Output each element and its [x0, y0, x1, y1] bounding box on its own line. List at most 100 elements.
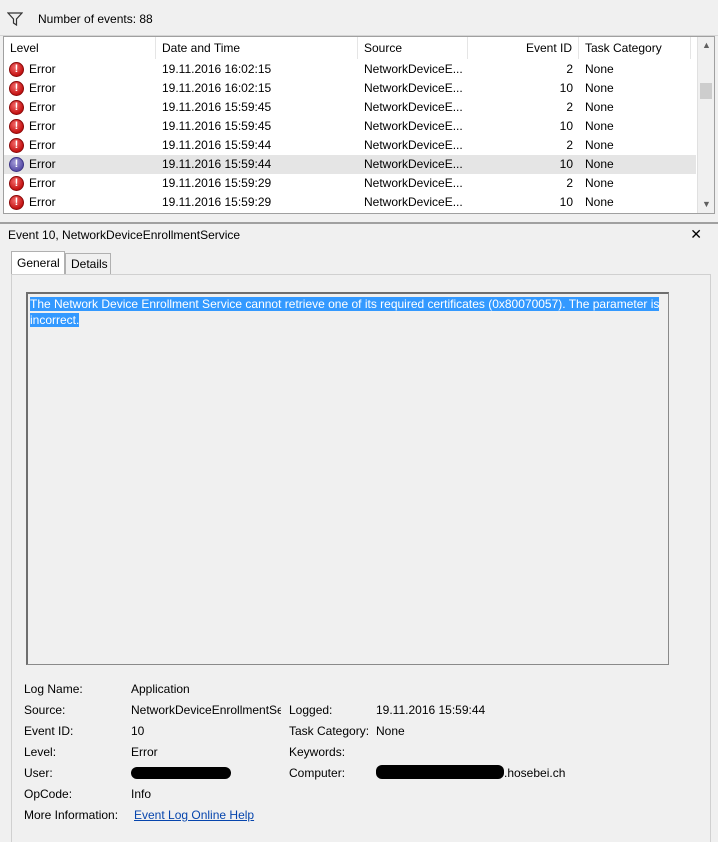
row-event-id: 2 — [566, 138, 573, 152]
row-level-text: Error — [29, 100, 56, 114]
column-event-id[interactable]: Event ID — [468, 37, 579, 59]
logged-value: 19.11.2016 15:59:44 — [376, 703, 486, 717]
error-icon: ! — [9, 100, 24, 115]
error-icon: ! — [9, 81, 24, 96]
event-rows: ! Error 19.11.2016 16:02:15 NetworkDeviceE.… — [4, 60, 696, 212]
row-source: NetworkDeviceE... — [364, 195, 463, 209]
event-id-label: Event ID: — [24, 724, 74, 738]
row-source: NetworkDeviceE... — [364, 176, 463, 190]
description-line-1: The Network Device Enrollment Service ca… — [30, 297, 660, 311]
row-level-text: Error — [29, 195, 56, 209]
more-information-label: More Information: — [24, 808, 119, 822]
scroll-down-icon[interactable]: ▼ — [698, 196, 714, 213]
level-value: Error — [131, 745, 158, 759]
source-label: Source: — [24, 703, 66, 717]
row-level-text: Error — [29, 81, 56, 95]
row-date-time: 19.11.2016 16:02:15 — [162, 81, 272, 95]
row-date-time: 19.11.2016 15:59:45 — [162, 100, 272, 114]
computer-value: .hosebei.ch — [504, 766, 566, 780]
row-event-id: 2 — [566, 62, 573, 76]
row-date-time: 19.11.2016 15:59:44 — [162, 157, 272, 171]
row-source: NetworkDeviceE... — [364, 62, 463, 76]
row-source: NetworkDeviceE... — [364, 81, 463, 95]
row-event-id: 10 — [559, 81, 573, 95]
row-event-id: 2 — [566, 100, 573, 114]
event-log-online-help-link[interactable]: Event Log Online Help — [134, 808, 254, 822]
close-icon[interactable]: ✕ — [690, 223, 702, 245]
error-icon: ! — [9, 62, 24, 77]
row-level-text: Error — [29, 62, 56, 76]
user-label: User: — [24, 766, 53, 780]
row-level: ! Error — [4, 98, 156, 117]
tab-details[interactable]: Details — [65, 253, 111, 275]
row-level: ! Error — [4, 174, 156, 193]
row-level-text: Error — [29, 119, 56, 133]
row-task-category: None — [585, 81, 614, 95]
row-level: ! Error — [4, 193, 156, 212]
user-redaction — [131, 767, 231, 779]
detail-title: Event 10, NetworkDeviceEnrollmentService — [0, 222, 718, 247]
log-name-value: Application — [131, 682, 190, 696]
opcode-value: Info — [131, 787, 152, 801]
row-level-text: Error — [29, 157, 56, 171]
task-category-value: None — [376, 724, 405, 738]
row-task-category: None — [585, 176, 614, 190]
scroll-thumb[interactable] — [700, 83, 712, 99]
row-level: ! Error — [4, 60, 156, 79]
table-row[interactable]: ! Error 19.11.2016 15:59:45 NetworkDeviceE.… — [4, 117, 696, 136]
row-event-id: 2 — [566, 176, 573, 190]
filter-icon[interactable] — [6, 12, 24, 27]
column-source[interactable]: Source — [358, 37, 468, 59]
log-name-label: Log Name: — [24, 682, 83, 696]
row-task-category: None — [585, 100, 614, 114]
row-event-id: 10 — [559, 157, 573, 171]
source-value: NetworkDeviceEnrollmentSe — [131, 703, 281, 717]
computer-redaction — [376, 765, 504, 779]
column-task-category[interactable]: Task Category — [579, 37, 691, 59]
row-level: ! Error — [4, 155, 156, 174]
table-row[interactable]: ! Error 19.11.2016 15:59:45 NetworkDeviceE.… — [4, 98, 696, 117]
filter-bar: Number of events: 88 — [0, 0, 718, 36]
row-task-category: None — [585, 119, 614, 133]
row-event-id: 10 — [559, 195, 573, 209]
logged-label: Logged: — [289, 703, 333, 717]
row-source: NetworkDeviceE... — [364, 157, 463, 171]
table-row[interactable]: ! Error 19.11.2016 15:59:44 NetworkDeviceE.… — [4, 136, 696, 155]
table-row[interactable]: ! Error 19.11.2016 15:59:44 NetworkDeviceE.… — [4, 155, 696, 174]
row-source: NetworkDeviceE... — [364, 119, 463, 133]
opcode-label: OpCode: — [24, 787, 73, 801]
event-count-label: Number of events: 88 — [38, 12, 153, 26]
error-icon: ! — [9, 119, 24, 134]
error-icon: ! — [9, 157, 24, 172]
computer-label: Computer: — [289, 766, 346, 780]
keywords-label: Keywords: — [289, 745, 346, 759]
tab-general[interactable]: General — [11, 251, 65, 274]
task-category-label: Task Category: — [289, 724, 370, 738]
scroll-up-icon[interactable]: ▲ — [698, 37, 714, 54]
row-task-category: None — [585, 195, 614, 209]
row-date-time: 19.11.2016 16:02:15 — [162, 62, 272, 76]
row-source: NetworkDeviceE... — [364, 100, 463, 114]
event-description[interactable]: The Network Device Enrollment Service ca… — [26, 292, 669, 665]
level-label: Level: — [24, 745, 57, 759]
row-task-category: None — [585, 157, 614, 171]
table-row[interactable]: ! Error 19.11.2016 15:59:29 NetworkDeviceE.… — [4, 193, 696, 212]
column-date-and-time[interactable]: Date and Time — [156, 37, 358, 59]
table-row[interactable]: ! Error 19.11.2016 16:02:15 NetworkDeviceE.… — [4, 60, 696, 79]
table-row[interactable]: ! Error 19.11.2016 16:02:15 NetworkDeviceE.… — [4, 79, 696, 98]
row-level: ! Error — [4, 79, 156, 98]
row-task-category: None — [585, 138, 614, 152]
error-icon: ! — [9, 138, 24, 153]
row-date-time: 19.11.2016 15:59:29 — [162, 176, 272, 190]
column-header: Level Date and Time Source Event ID Task… — [4, 37, 696, 59]
event-id-value: 10 — [131, 724, 145, 738]
column-level[interactable]: Level — [4, 37, 156, 59]
row-date-time: 19.11.2016 15:59:45 — [162, 119, 272, 133]
row-task-category: None — [585, 62, 614, 76]
event-list[interactable]: Level Date and Time Source Event ID Task… — [3, 36, 715, 214]
row-date-time: 19.11.2016 15:59:29 — [162, 195, 272, 209]
row-level: ! Error — [4, 136, 156, 155]
vertical-scrollbar[interactable]: ▲ ▼ — [697, 37, 714, 213]
table-row[interactable]: ! Error 19.11.2016 15:59:29 NetworkDeviceE.… — [4, 174, 696, 193]
error-icon: ! — [9, 176, 24, 191]
